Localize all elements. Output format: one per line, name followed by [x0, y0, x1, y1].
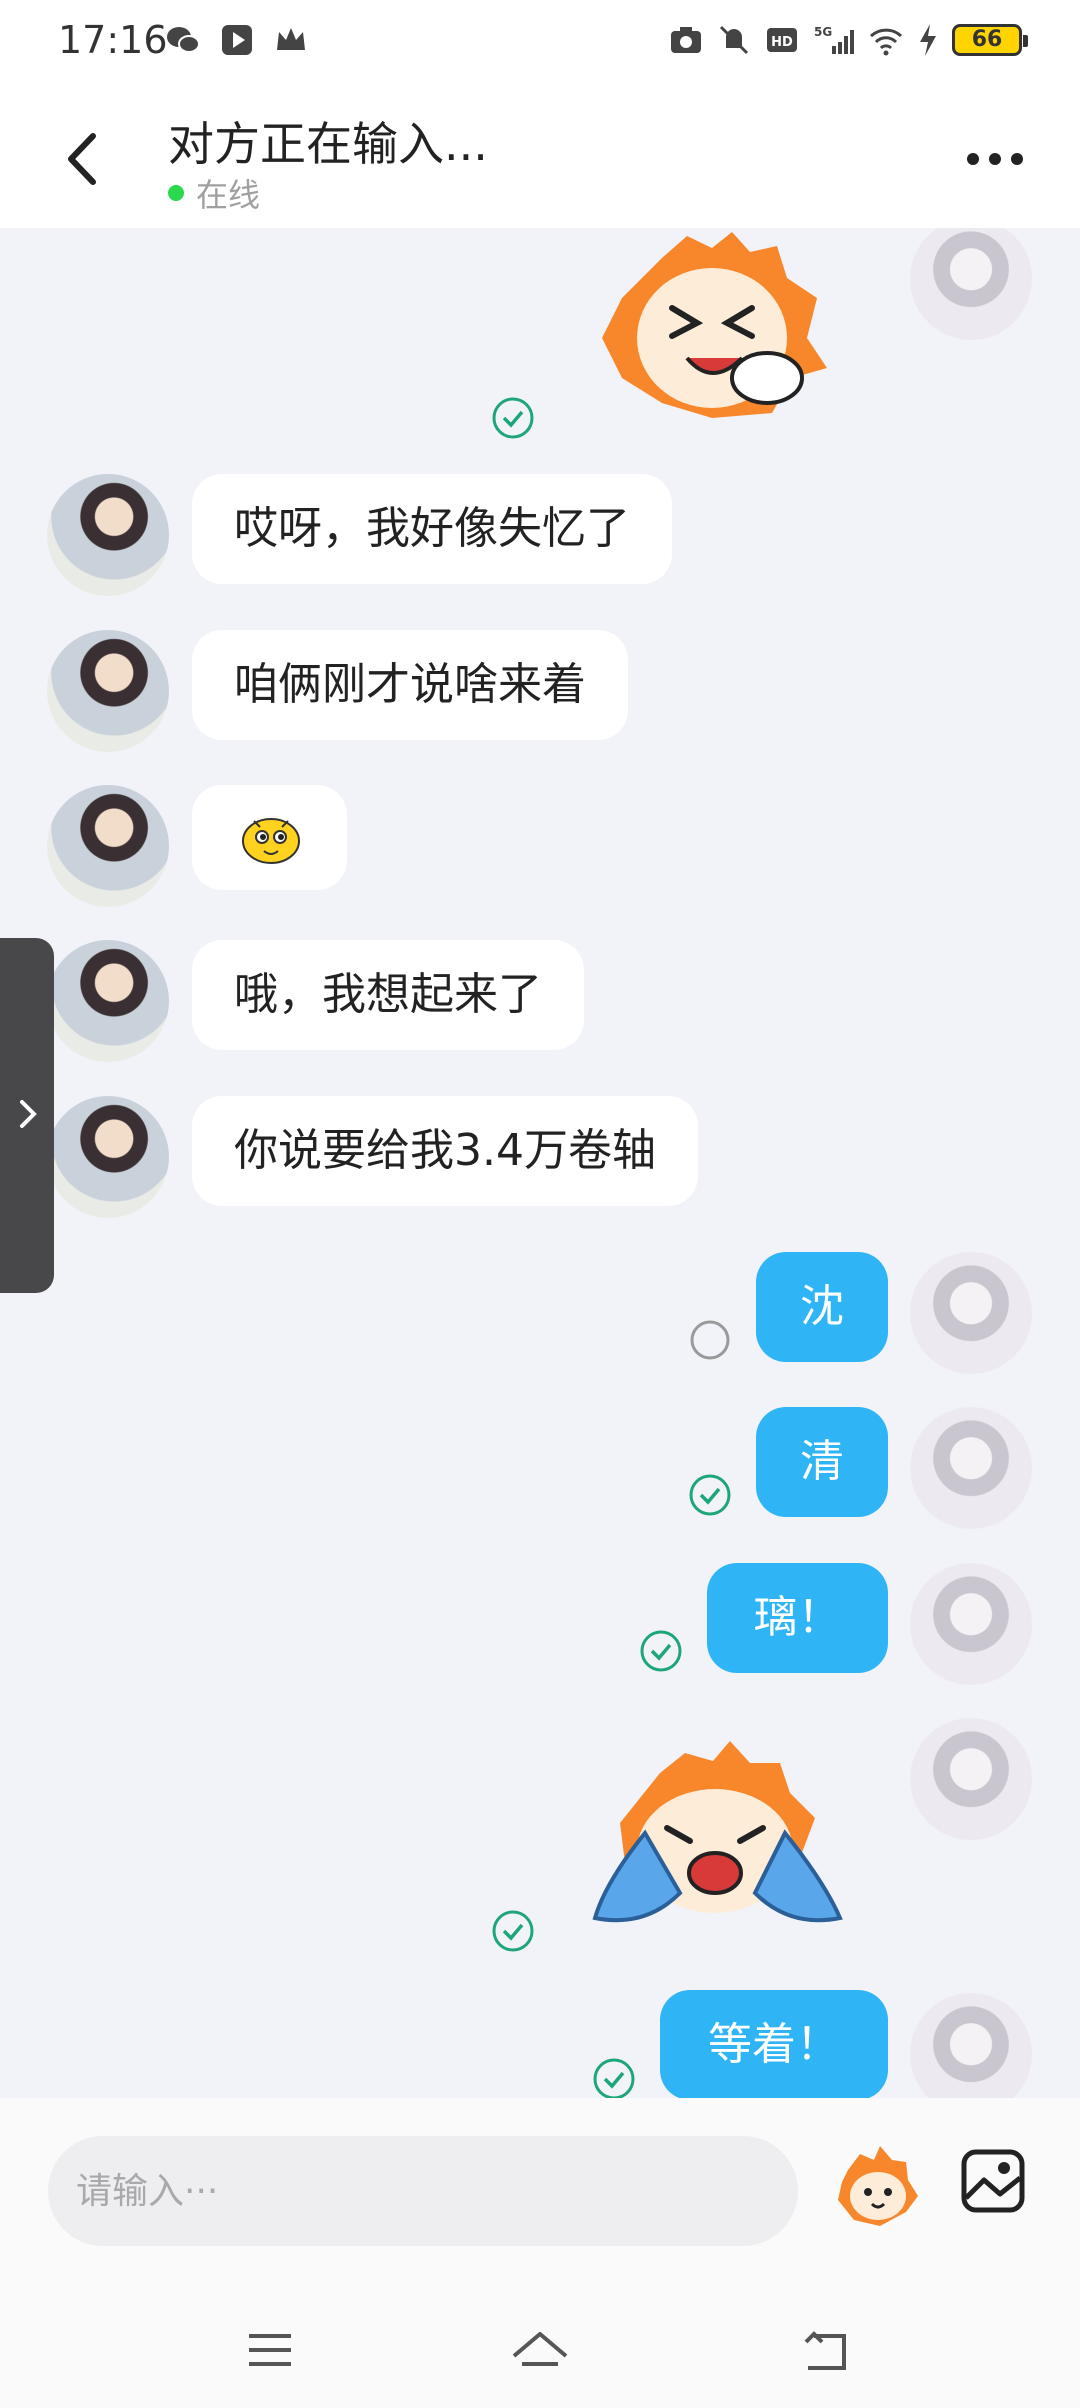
svg-text:5G: 5G	[814, 25, 832, 39]
side-drawer-tab[interactable]	[0, 938, 54, 1293]
wifi-icon	[869, 28, 903, 56]
chat-screen: 17:16 HD 5G 66 对方正在输入... 在线 哎呀，我好像失忆了 咱俩…	[0, 0, 1080, 2408]
read-check-icon	[640, 1630, 682, 1672]
online-dot	[168, 185, 184, 201]
my-avatar[interactable]	[910, 228, 1032, 340]
read-check-icon	[689, 1474, 731, 1516]
message-bubble[interactable]: 沈	[756, 1252, 888, 1362]
yellow-face-emoji	[242, 818, 300, 864]
sending-circle-icon	[690, 1320, 730, 1360]
video-play-icon	[222, 25, 252, 55]
menu-icon[interactable]	[245, 2328, 295, 2372]
read-check-icon	[593, 2058, 635, 2098]
chat-title: 对方正在输入...	[168, 117, 488, 171]
online-status-label: 在线	[196, 176, 261, 214]
chevron-right-icon	[20, 1100, 37, 1128]
charging-icon	[920, 24, 936, 56]
back-chevron-icon[interactable]	[55, 124, 115, 194]
my-avatar[interactable]	[910, 1407, 1032, 1529]
crying-sticker[interactable]	[585, 1733, 850, 1933]
input-bar	[0, 2098, 1080, 2298]
battery-indicator: 66	[952, 24, 1028, 56]
crown-icon	[277, 28, 305, 50]
wechat-icon	[167, 27, 200, 53]
message-bubble[interactable]: 哎呀，我好像失忆了	[192, 474, 672, 584]
status-time: 17:16	[58, 18, 168, 62]
contact-avatar[interactable]	[47, 1096, 169, 1218]
contact-avatar[interactable]	[47, 785, 169, 907]
hd-icon: HD	[767, 28, 797, 52]
message-bubble[interactable]	[192, 785, 347, 890]
read-check-icon	[492, 397, 534, 439]
contact-avatar[interactable]	[47, 940, 169, 1062]
image-icon[interactable]	[960, 2148, 1026, 2214]
my-avatar[interactable]	[910, 1993, 1032, 2098]
message-bubble[interactable]: 等着！	[660, 1990, 888, 2098]
svg-text:HD: HD	[771, 35, 793, 50]
home-icon[interactable]	[510, 2328, 570, 2378]
message-bubble[interactable]: 清	[756, 1407, 888, 1517]
5g-signal-icon: 5G	[814, 25, 854, 54]
message-bubble[interactable]: 哦，我想起来了	[192, 940, 584, 1050]
chat-header: 对方正在输入... 在线	[0, 84, 1080, 228]
contact-avatar[interactable]	[47, 474, 169, 596]
message-bubble[interactable]: 璃！	[707, 1563, 888, 1673]
my-avatar[interactable]	[910, 1252, 1032, 1374]
status-bar: 17:16 HD 5G 66	[0, 0, 1080, 84]
contact-avatar[interactable]	[47, 630, 169, 752]
message-list[interactable]: 哎呀，我好像失忆了 咱俩刚才说啥来着 哦，我想起来了 你说要给我3.4万卷轴 沈	[0, 228, 1080, 2098]
sticker-face-icon[interactable]	[830, 2140, 922, 2232]
message-bubble[interactable]: 你说要给我3.4万卷轴	[192, 1096, 698, 1206]
online-status: 在线	[168, 170, 260, 216]
camera-icon	[671, 27, 701, 53]
message-input[interactable]	[48, 2136, 798, 2246]
laughing-sticker[interactable]	[592, 228, 837, 423]
system-nav-bar	[0, 2298, 1080, 2408]
back-icon[interactable]	[800, 2328, 850, 2374]
mute-icon	[719, 25, 749, 55]
read-check-icon	[492, 1910, 534, 1952]
my-avatar[interactable]	[910, 1718, 1032, 1840]
my-avatar[interactable]	[910, 1563, 1032, 1685]
more-dots-icon[interactable]	[965, 148, 1025, 170]
message-bubble[interactable]: 咱俩刚才说啥来着	[192, 630, 628, 740]
